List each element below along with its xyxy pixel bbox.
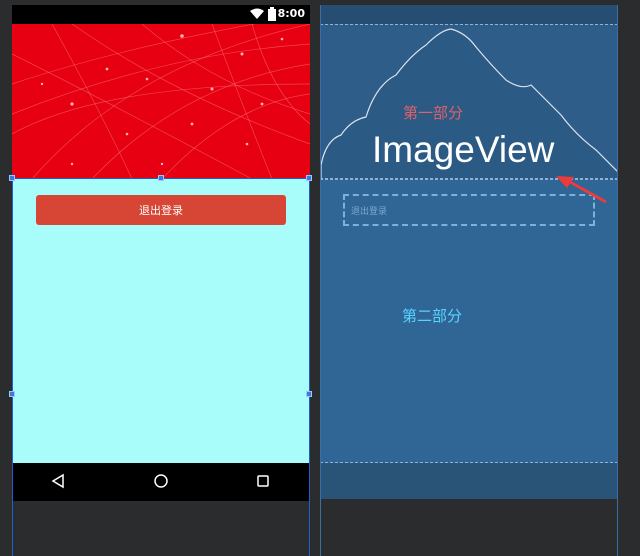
- selection-guide-right: [309, 174, 310, 556]
- resize-handle[interactable]: [306, 391, 312, 397]
- selection-guide-left: [12, 174, 13, 556]
- content-area: 退出登录: [12, 179, 310, 463]
- imageview-label: ImageView: [372, 129, 555, 170]
- recent-apps-icon[interactable]: [256, 474, 270, 488]
- wifi-icon: [250, 8, 264, 19]
- hero-network-pattern: [12, 24, 310, 179]
- blueprint-preview: 第一部分 ImageView 退出登录 第二部分: [320, 5, 618, 499]
- resize-handle[interactable]: [9, 391, 15, 397]
- navigation-bar: [12, 463, 310, 501]
- back-icon[interactable]: [50, 473, 66, 489]
- design-preview: 8:00 退出登录: [12, 5, 310, 556]
- part1-label: 第一部分: [403, 104, 464, 122]
- hero-image: [12, 24, 310, 179]
- blueprint-imageview[interactable]: 第一部分 ImageView: [320, 24, 618, 179]
- arrow-icon: [556, 176, 607, 204]
- resize-handle[interactable]: [9, 175, 15, 181]
- status-time: 8:00: [277, 7, 305, 20]
- resize-handle[interactable]: [158, 175, 164, 181]
- blueprint-content-area[interactable]: 退出登录 第二部分: [320, 179, 618, 463]
- home-icon[interactable]: [153, 473, 169, 489]
- status-bar: 8:00: [12, 5, 310, 24]
- blueprint-guide-right: [617, 5, 618, 556]
- blueprint-button-label: 退出登录: [351, 207, 388, 217]
- blueprint-status-bar: [320, 5, 618, 24]
- blueprint-guide-left: [320, 5, 321, 556]
- part2-label: 第二部分: [402, 307, 463, 325]
- battery-icon: [268, 7, 276, 21]
- logout-button[interactable]: 退出登录: [36, 195, 286, 225]
- resize-handle[interactable]: [306, 175, 312, 181]
